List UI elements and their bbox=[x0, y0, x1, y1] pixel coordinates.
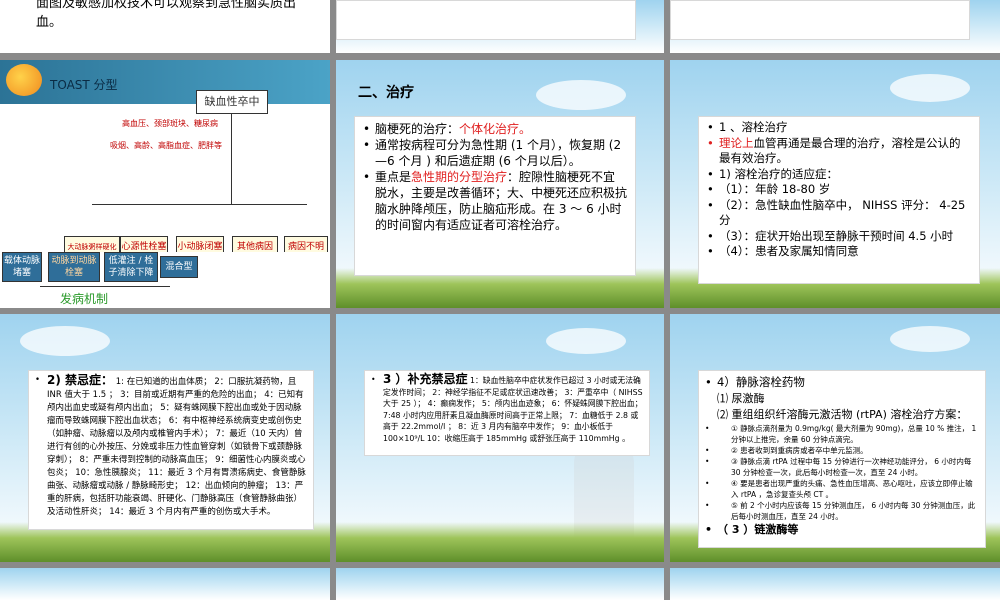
logo-icon bbox=[6, 64, 42, 96]
mechanism-node-4: 混合型 bbox=[160, 256, 198, 278]
thrombolysis-item-1: 1 、溶栓治疗 bbox=[707, 120, 971, 136]
risk-line-1: 高血压、颈部斑块、糖尿病 bbox=[122, 119, 218, 128]
slide-10 bbox=[0, 568, 330, 600]
slide-4-lower: 载体动脉堵塞 动脉到动脉栓塞 低灌注 / 栓子清除下降 混合型 发病机制 bbox=[0, 252, 330, 308]
slide-2 bbox=[336, 0, 664, 53]
slide-8-extra-contraindications: 3 ）补充禁忌症 1：缺血性脑卒中症状发作已超过 3 小时或无法确定发作时间； … bbox=[336, 314, 664, 562]
slide-1-text: 面图及敏感加权技术可以观察到急性脑实质出血。 bbox=[36, 0, 297, 30]
thrombolysis-item-7: （4）：患者及家属知情同意 bbox=[707, 244, 971, 260]
slide-8-textbox: 3 ）补充禁忌症 1：缺血性脑卒中症状发作已超过 3 小时或无法确定发作时间； … bbox=[364, 370, 650, 456]
extra-contraindications-text: 3 ）补充禁忌症 1：缺血性脑卒中症状发作已超过 3 小时或无法确定发作时间； … bbox=[371, 373, 643, 444]
slide-2-textbox bbox=[336, 0, 636, 40]
contraindications-text: 2) 禁忌症： 1: 在已知道的出血体质； 2：口服抗凝药物，且 INR 值大于… bbox=[35, 374, 307, 519]
mechanism-label: 发病机制 bbox=[60, 292, 109, 306]
slide-3-textbox bbox=[670, 0, 970, 40]
slide-9-textbox: 4）静脉溶栓药物 ⑴ 尿激酶 ⑵ 重组组织纤溶酶元激活物 (rtPA) 溶栓治疗… bbox=[698, 370, 986, 548]
slide-11 bbox=[336, 568, 664, 600]
thrombolysis-item-4: （1）：年龄 18-80 岁 bbox=[707, 182, 971, 198]
slide-3 bbox=[670, 0, 1000, 53]
treatment-item-3: 重点是急性期的分型治疗：腔隙性脑梗死不宜脱水，主要是改善循环；大、中梗死还应积极… bbox=[363, 169, 627, 233]
slide-6-thrombolysis: 1 、溶栓治疗 理论上血管再通是最合理的治疗，溶栓是公认的最有效治疗。 1) 溶… bbox=[670, 60, 1000, 308]
treatment-item-2: 通常按病程可分为急性期 (1 个月），恢复期 (2—6 个月 ) 和后遗症期 (… bbox=[363, 137, 627, 169]
drug-step-5: ⑤ 前 2 个小时内应该每 15 分钟测血压， 6 小时内每 30 分钟测血压，… bbox=[705, 500, 979, 522]
treatment-item-1: 脑梗死的治疗：个体化治疗。 bbox=[363, 121, 627, 137]
slide-5-heading: 二、治疗 bbox=[358, 85, 414, 101]
grass bbox=[336, 522, 664, 562]
mechanism-node-3: 低灌注 / 栓子清除下降 bbox=[104, 252, 158, 282]
slide-9-iv-drugs: 4）静脉溶栓药物 ⑴ 尿激酶 ⑵ 重组组织纤溶酶元激活物 (rtPA) 溶栓治疗… bbox=[670, 314, 1000, 562]
drugs-sub-3: （ 3 ）链激酶等 bbox=[705, 522, 979, 538]
slide-7-contraindications: 2) 禁忌症： 1: 在已知道的出血体质； 2：口服抗凝药物，且 INR 值大于… bbox=[0, 314, 330, 562]
slide-5-treatment: 二、治疗 脑梗死的治疗：个体化治疗。 通常按病程可分为急性期 (1 个月），恢复… bbox=[336, 60, 664, 308]
thrombolysis-item-3: 1) 溶栓治疗的适应症： bbox=[707, 167, 971, 183]
mechanism-node-1: 载体动脉堵塞 bbox=[2, 252, 42, 282]
cloud bbox=[890, 74, 970, 102]
risk-line-2: 吸烟、高龄、高脂血症、肥胖等 bbox=[110, 141, 222, 150]
cause-hline bbox=[92, 204, 307, 205]
cloud bbox=[20, 326, 110, 356]
mechanism-bracket bbox=[40, 286, 170, 287]
drug-step-2: ② 患者收到到重病房或者卒中单元监测。 bbox=[705, 445, 979, 456]
cloud bbox=[546, 328, 626, 354]
slide-1: 面图及敏感加权技术可以观察到急性脑实质出血。 bbox=[0, 0, 330, 53]
toast-title: TOAST 分型 bbox=[50, 78, 118, 92]
slide-12 bbox=[670, 568, 1000, 600]
root-line bbox=[231, 114, 232, 204]
drugs-title: 4）静脉溶栓药物 bbox=[705, 374, 979, 391]
cloud bbox=[536, 80, 626, 110]
thrombolysis-item-6: （3）：症状开始出现至静脉干预时间 4.5 小时 bbox=[707, 229, 971, 245]
thrombolysis-item-2: 理论上血管再通是最合理的治疗，溶栓是公认的最有效治疗。 bbox=[707, 136, 971, 167]
drug-step-1: ① 静脉点滴剂量为 0.9mg/kg( 最大剂量为 90mg)，总量 10 % … bbox=[705, 423, 979, 445]
cloud bbox=[890, 326, 970, 352]
drugs-sub-1: ⑴ 尿激酶 bbox=[717, 392, 765, 405]
root-node: 缺血性卒中 bbox=[196, 90, 268, 114]
drugs-sub-2: ⑵ 重组组织纤溶酶元激活物 (rtPA) 溶栓治疗方案： bbox=[717, 408, 968, 421]
drug-step-4: ④ 要是患者出现严重的头痛、急性血压增高、恶心呕吐，应该立即停止输入 rtPA … bbox=[705, 478, 979, 500]
slide-5-textbox: 脑梗死的治疗：个体化治疗。 通常按病程可分为急性期 (1 个月），恢复期 (2—… bbox=[354, 116, 636, 276]
drug-step-3: ③ 静脉点滴 rtPA 过程中每 15 分钟进行一次神经功能评分， 6 小时内每… bbox=[705, 456, 979, 478]
thrombolysis-item-5: （2）：急性缺血性脑卒中， NIHSS 评分： 4-25 分 bbox=[707, 198, 971, 229]
slide-7-textbox: 2) 禁忌症： 1: 在已知道的出血体质； 2：口服抗凝药物，且 INR 值大于… bbox=[28, 370, 314, 530]
slide-6-textbox: 1 、溶栓治疗 理论上血管再通是最合理的治疗，溶栓是公认的最有效治疗。 1) 溶… bbox=[698, 116, 980, 284]
mechanism-node-2: 动脉到动脉栓塞 bbox=[48, 252, 100, 282]
